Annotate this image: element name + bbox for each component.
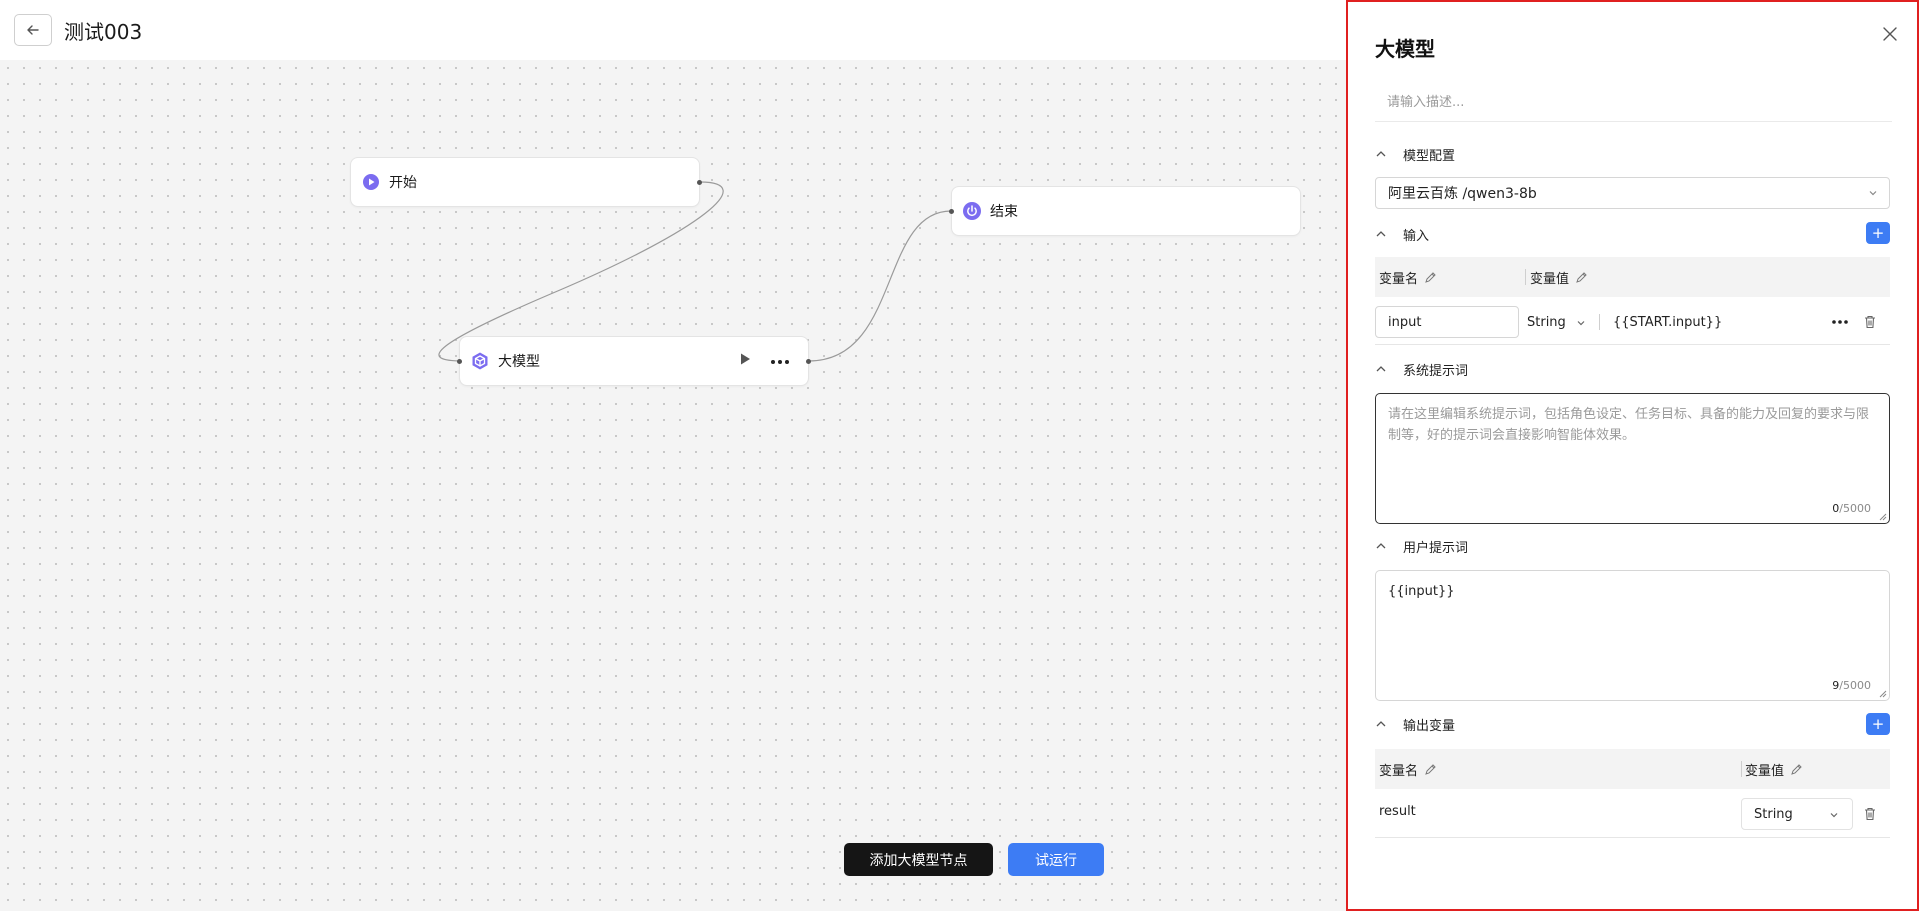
col-variable-value-label: 变量值 [1530, 271, 1570, 287]
output-type-select[interactable]: String [1741, 798, 1853, 830]
chevron-down-icon [1577, 321, 1585, 326]
node-start[interactable]: 开始 [350, 157, 702, 207]
output-table-header: 变量名 变量值 [1375, 749, 1890, 789]
node-llm-input-port[interactable] [457, 359, 462, 364]
section-user-prompt[interactable]: 用户提示词 [1375, 535, 1468, 557]
node-llm-label: 大模型 [498, 354, 540, 370]
add-input-button[interactable]: + [1866, 222, 1890, 244]
add-output-button[interactable]: + [1866, 713, 1890, 735]
more-icon [771, 360, 789, 364]
edit-icon[interactable] [1424, 271, 1437, 284]
chevron-up-icon [1375, 147, 1389, 161]
user-prompt-counter: 9/5000 [1832, 679, 1871, 692]
col-variable-value-label: 变量值 [1745, 763, 1785, 779]
section-title: 用户提示词 [1403, 540, 1469, 556]
resize-handle-icon[interactable] [1879, 690, 1887, 698]
edit-icon[interactable] [1790, 763, 1803, 776]
input-type-value: String [1527, 314, 1566, 330]
top-header: 测试003 [0, 0, 1346, 60]
chevron-down-icon [1867, 187, 1879, 203]
input-type-select[interactable]: String [1527, 306, 1587, 338]
description-input[interactable]: 请输入描述... [1375, 86, 1892, 122]
trash-icon[interactable] [1862, 314, 1878, 330]
section-title: 系统提示词 [1403, 363, 1469, 379]
output-variable-name: result [1379, 804, 1416, 819]
input-variable-value-field[interactable]: {{START.input}} [1601, 306, 1853, 338]
panel-title: 大模型 [1375, 37, 1435, 61]
chevron-up-icon [1375, 227, 1389, 241]
system-prompt-textarea[interactable]: 请在这里编辑系统提示词，包括角色设定、任务目标、具备的能力及回复的要求与限制等，… [1375, 393, 1890, 524]
node-end-label: 结束 [990, 204, 1018, 220]
input-table-header: 变量名 变量值 [1375, 257, 1890, 297]
page-title: 测试003 [64, 20, 143, 44]
trash-icon[interactable] [1862, 806, 1878, 822]
play-icon [741, 353, 750, 365]
node-llm[interactable]: 大模型 [457, 336, 811, 386]
node-start-label: 开始 [389, 175, 417, 191]
node-llm-output-port[interactable] [806, 359, 811, 364]
col-variable-name: 变量名 [1379, 268, 1437, 287]
user-prompt-textarea[interactable]: {{input}} 9/5000 [1375, 570, 1890, 701]
col-variable-name: 变量名 [1379, 760, 1437, 779]
node-more-button[interactable] [770, 353, 790, 369]
add-llm-node-button[interactable]: 添加大模型节点 [844, 843, 993, 876]
trial-run-button[interactable]: 试运行 [1008, 843, 1104, 876]
section-output[interactable]: 输出变量 [1375, 713, 1455, 735]
section-title: 输入 [1403, 228, 1430, 244]
section-title: 输出变量 [1403, 718, 1456, 734]
section-model-config[interactable]: 模型配置 [1375, 143, 1455, 165]
section-system-prompt[interactable]: 系统提示词 [1375, 358, 1468, 380]
close-icon [1883, 27, 1897, 41]
table-row: input String {{START.input}} [1375, 299, 1890, 345]
chevron-down-icon [1830, 813, 1838, 818]
chevron-up-icon [1375, 539, 1389, 553]
input-variable-value: {{START.input}} [1613, 314, 1723, 330]
node-start-output-port[interactable] [697, 180, 702, 185]
col-variable-name-label: 变量名 [1379, 271, 1419, 287]
chevron-up-icon [1375, 717, 1389, 731]
model-select-value: 阿里云百炼 /qwen3-8b [1388, 186, 1537, 202]
plus-icon: + [1871, 714, 1885, 733]
col-variable-value: 变量值 [1530, 268, 1588, 287]
resize-handle-icon[interactable] [1879, 513, 1887, 521]
close-button[interactable] [1878, 22, 1902, 46]
play-circle-icon [361, 172, 381, 192]
edit-icon[interactable] [1575, 271, 1588, 284]
cube-icon [470, 351, 490, 371]
output-type-value: String [1754, 806, 1793, 822]
table-row: result String [1375, 790, 1890, 838]
node-config-panel: 大模型 请输入描述... 模型配置 阿里云百炼 /qwen3-8b 输入 + 变… [1346, 0, 1919, 911]
input-variable-name-field[interactable]: input [1375, 306, 1519, 338]
edit-icon[interactable] [1424, 763, 1437, 776]
section-input[interactable]: 输入 [1375, 223, 1429, 245]
model-select[interactable]: 阿里云百炼 /qwen3-8b [1375, 177, 1890, 209]
col-variable-name-label: 变量名 [1379, 763, 1419, 779]
system-prompt-counter: 0/5000 [1832, 502, 1871, 515]
node-end[interactable]: 结束 [949, 186, 1301, 236]
more-icon[interactable] [1831, 319, 1849, 325]
system-prompt-placeholder: 请在这里编辑系统提示词，包括角色设定、任务目标、具备的能力及回复的要求与限制等，… [1388, 407, 1870, 443]
section-title: 模型配置 [1403, 148, 1456, 164]
col-variable-value: 变量值 [1745, 760, 1803, 779]
power-icon [962, 201, 982, 221]
back-button[interactable] [14, 14, 52, 46]
run-node-button[interactable] [738, 352, 752, 370]
arrow-left-icon [27, 25, 39, 35]
plus-icon: + [1871, 223, 1885, 242]
node-end-input-port[interactable] [949, 209, 954, 214]
user-prompt-value: {{input}} [1388, 584, 1455, 599]
chevron-up-icon [1375, 362, 1389, 376]
